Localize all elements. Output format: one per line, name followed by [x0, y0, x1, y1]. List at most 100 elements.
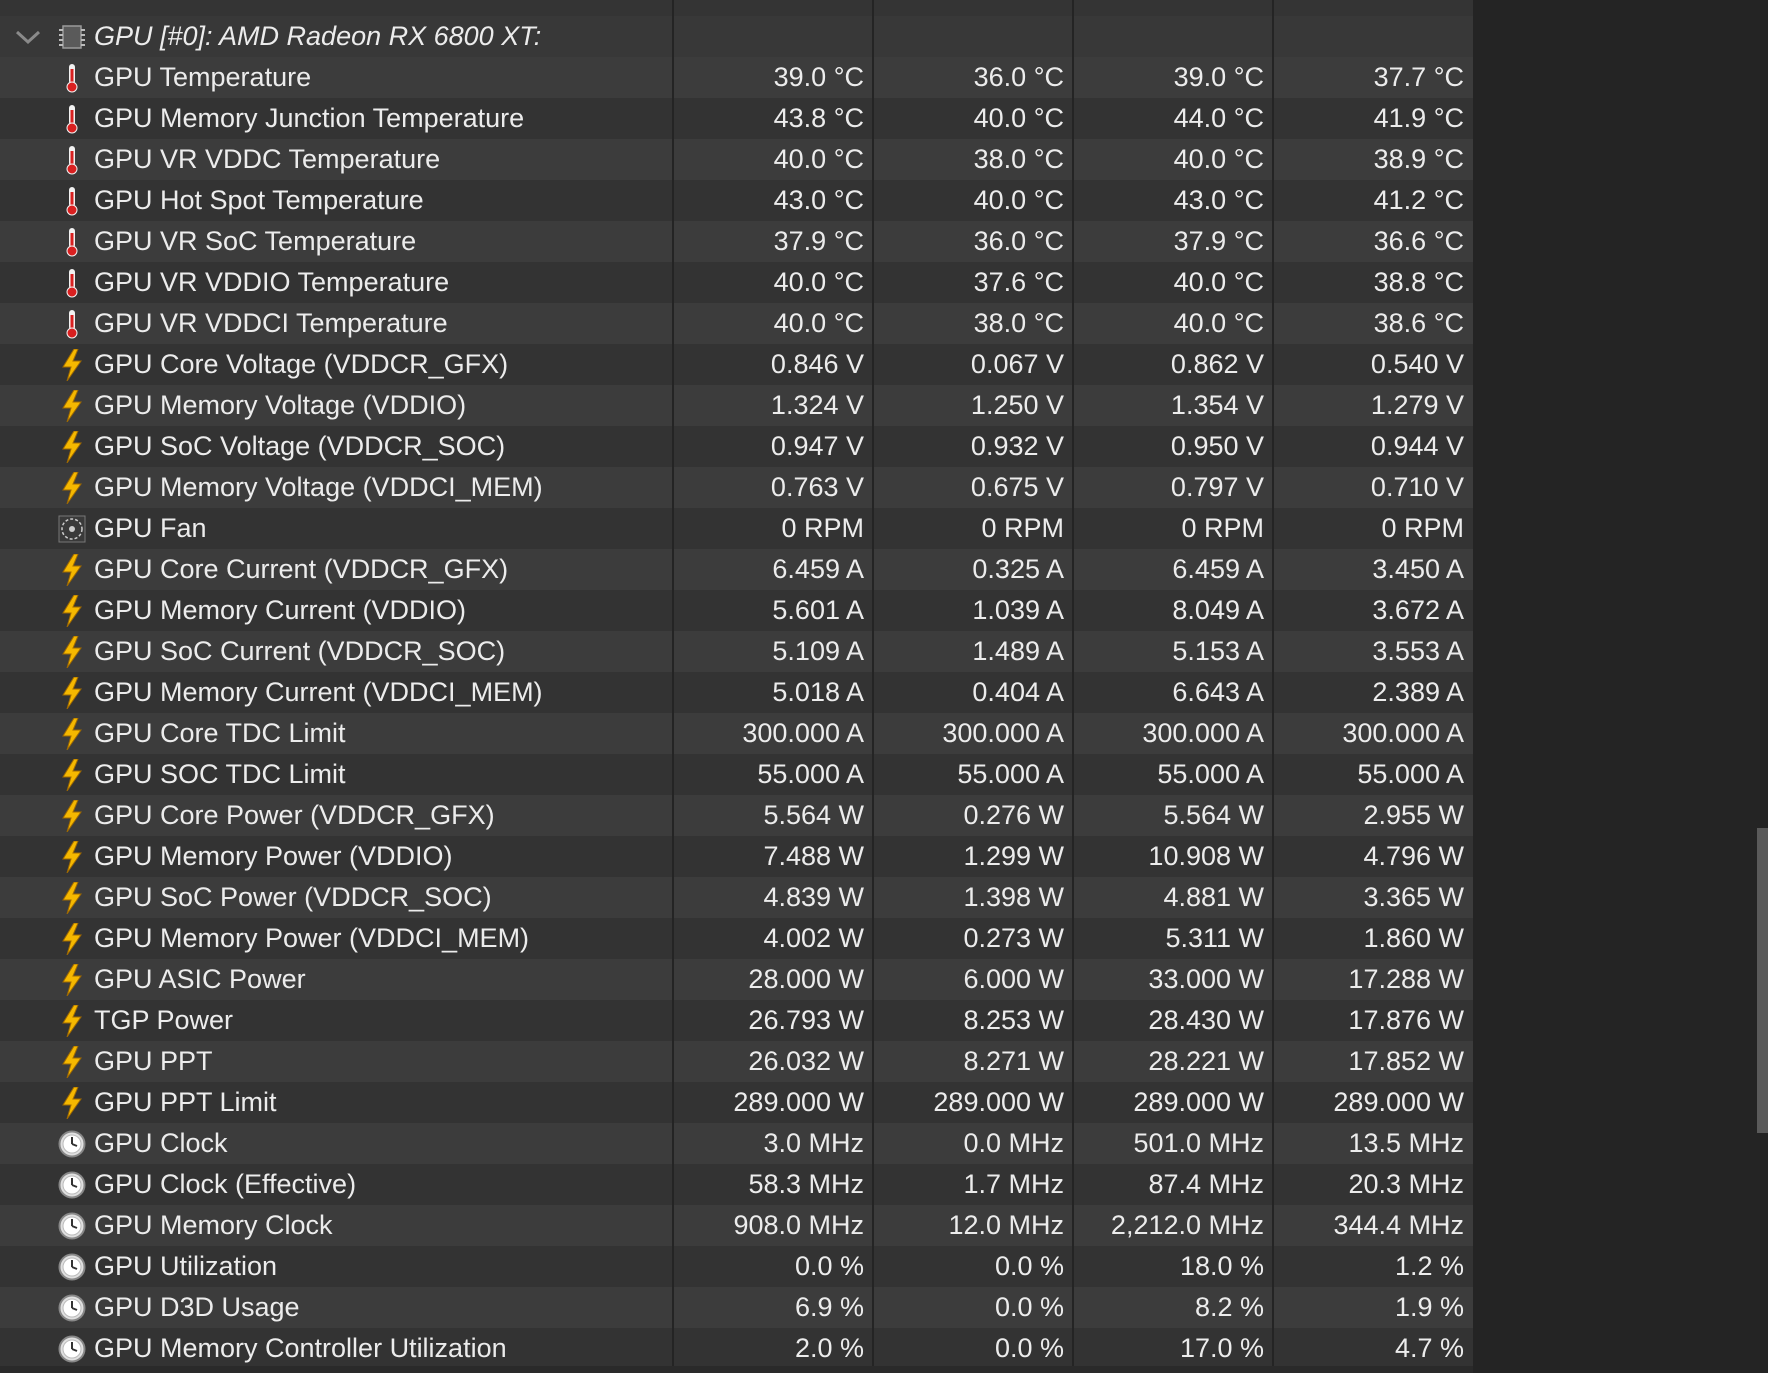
sensor-value: 0.273 W	[872, 918, 1072, 959]
lightning-icon	[56, 553, 88, 586]
sensor-row-gpu-memory-clock[interactable]: GPU Memory Clock 908.0 MHz 12.0 MHz 2,212.0…	[0, 1205, 1473, 1246]
sensor-value: 38.9 °C	[1272, 139, 1472, 180]
sensor-value: 0.0 MHz	[872, 1123, 1072, 1164]
sensor-value: 0.862 V	[1072, 344, 1272, 385]
sensor-label: GPU Clock (Effective)	[94, 1169, 357, 1199]
lightning-icon	[56, 471, 88, 504]
sensor-value: 0.067 V	[872, 344, 1072, 385]
sensor-row-gpu-memory-junction-temperature[interactable]: GPU Memory Junction Temperature 43.8 °C 40…	[0, 98, 1473, 139]
sensor-row-gpu-ppt-limit[interactable]: GPU PPT Limit 289.000 W 289.000 W 289.000 W…	[0, 1082, 1473, 1123]
sensor-row-gpu-utilization[interactable]: GPU Utilization 0.0 % 0.0 % 18.0 % 1.2 %	[0, 1246, 1473, 1287]
sensor-value: 0 RPM	[672, 508, 872, 549]
sensor-label: GPU Core Voltage (VDDCR_GFX)	[94, 349, 509, 379]
sensor-name-cell: GPU VR VDDCI Temperature	[0, 303, 672, 344]
sensor-value: 6.459 A	[1072, 549, 1272, 590]
sensor-label: GPU Core Power (VDDCR_GFX)	[94, 800, 495, 830]
sensor-value: 0.932 V	[872, 426, 1072, 467]
sensor-label: GPU Memory Clock	[94, 1210, 333, 1240]
sensor-row-gpu-soc-power-vddcr-soc[interactable]: GPU SoC Power (VDDCR_SOC) 4.839 W 1.398 W4…	[0, 877, 1473, 918]
sensor-value: 1.039 A	[872, 590, 1072, 631]
sensor-value: 41.2 °C	[1272, 180, 1472, 221]
sensor-value: 37.9 °C	[1072, 221, 1272, 262]
sensor-label: TGP Power	[94, 1005, 234, 1035]
sensor-row-gpu-core-voltage-vddcr-gfx[interactable]: GPU Core Voltage (VDDCR_GFX) 0.846 V 0.067…	[0, 344, 1473, 385]
sensor-row-tgp-power[interactable]: TGP Power 26.793 W 8.253 W 28.430 W 17.876 W	[0, 1000, 1473, 1041]
sensor-row-gpu-ppt[interactable]: GPU PPT 26.032 W 8.271 W 28.221 W 17.852 W	[0, 1041, 1473, 1082]
scrollbar-thumb[interactable]	[1757, 828, 1768, 1133]
sensor-value: 58.3 MHz	[672, 1164, 872, 1205]
sensor-row-gpu-soc-tdc-limit[interactable]: GPU SOC TDC Limit 55.000 A 55.000 A 55.000 …	[0, 754, 1473, 795]
sensor-row-gpu-fan[interactable]: GPU Fan 0 RPM 0 RPM 0 RPM 0 RPM	[0, 508, 1473, 549]
sensor-value: 300.000 A	[1072, 713, 1272, 754]
lightning-icon	[56, 758, 88, 791]
sensor-name-cell: TGP Power	[0, 1000, 672, 1041]
sensor-value: 1.250 V	[872, 385, 1072, 426]
sensor-value: 3.365 W	[1272, 877, 1472, 918]
sensor-value: 8.271 W	[872, 1041, 1072, 1082]
chevron-down-icon[interactable]	[14, 27, 42, 47]
sensor-row-gpu-temperature[interactable]: GPU Temperature 39.0 °C 36.0 °C 39.0 °C 37.7…	[0, 57, 1473, 98]
sensor-value: 43.8 °C	[672, 98, 872, 139]
sensor-label: GPU SoC Voltage (VDDCR_SOC)	[94, 431, 506, 461]
sensor-value: 0.710 V	[1272, 467, 1472, 508]
sensor-row-gpu-soc-voltage-vddcr-soc[interactable]: GPU SoC Voltage (VDDCR_SOC) 0.947 V 0.932 …	[0, 426, 1473, 467]
sensor-value: 0.675 V	[872, 467, 1072, 508]
value-cell	[1272, 16, 1472, 57]
sensor-label: GPU Memory Controller Utilization	[94, 1333, 507, 1363]
sensor-row-gpu-memory-voltage-vddio[interactable]: GPU Memory Voltage (VDDIO) 1.324 V 1.250 V…	[0, 385, 1473, 426]
sensor-label: GPU Memory Current (VDDCI_MEM)	[94, 677, 543, 707]
lightning-icon	[56, 963, 88, 996]
sensor-row-gpu-vr-vddio-temperature[interactable]: GPU VR VDDIO Temperature 40.0 °C 37.6 °C 40…	[0, 262, 1473, 303]
sensor-value: 40.0 °C	[672, 303, 872, 344]
thermometer-icon	[56, 144, 88, 176]
thermometer-icon	[56, 267, 88, 299]
sensor-value: 6.9 %	[672, 1287, 872, 1328]
sensor-row-gpu-vr-vddc-temperature[interactable]: GPU VR VDDC Temperature 40.0 °C 38.0 °C 40.…	[0, 139, 1473, 180]
sensor-value: 0.797 V	[1072, 467, 1272, 508]
clock-icon	[56, 1169, 88, 1201]
sensor-row-gpu-memory-power-vddio[interactable]: GPU Memory Power (VDDIO) 7.488 W 1.299 W 10…	[0, 836, 1473, 877]
sensor-row-gpu-hot-spot-temperature[interactable]: GPU Hot Spot Temperature 43.0 °C 40.0 °C 43…	[0, 180, 1473, 221]
sensor-value: 289.000 W	[1272, 1082, 1472, 1123]
sensor-value: 1.354 V	[1072, 385, 1272, 426]
sensor-name-cell: GPU Memory Power (VDDCI_MEM)	[0, 918, 672, 959]
thermometer-icon	[56, 62, 88, 94]
sensor-name-cell: GPU PPT	[0, 1041, 672, 1082]
sensor-value: 0.944 V	[1272, 426, 1472, 467]
sensor-row-gpu-vr-soc-temperature[interactable]: GPU VR SoC Temperature 37.9 °C 36.0 °C 37.9…	[0, 221, 1473, 262]
sensor-row-gpu-d3d-usage[interactable]: GPU D3D Usage 6.9 % 0.0 % 8.2 % 1.9 %	[0, 1287, 1473, 1328]
sensor-row-gpu-memory-controller-utilization[interactable]: GPU Memory Controller Utilization 2.0 % 0.…	[0, 1328, 1473, 1369]
sensor-row-gpu-core-current-vddcr-gfx[interactable]: GPU Core Current (VDDCR_GFX) 6.459 A 0.325…	[0, 549, 1473, 590]
sensor-value: 5.153 A	[1072, 631, 1272, 672]
sensor-row-gpu-memory-current-vddci-mem[interactable]: GPU Memory Current (VDDCI_MEM) 5.018 A 0.4…	[0, 672, 1473, 713]
sensor-row-gpu-core-power-vddcr-gfx[interactable]: GPU Core Power (VDDCR_GFX) 5.564 W 0.276 W…	[0, 795, 1473, 836]
sensor-value: 1.9 %	[1272, 1287, 1472, 1328]
sensor-row-gpu-soc-current-vddcr-soc[interactable]: GPU SoC Current (VDDCR_SOC) 5.109 A 1.489 …	[0, 631, 1473, 672]
sensor-value: 33.000 W	[1072, 959, 1272, 1000]
sensor-value: 5.564 W	[672, 795, 872, 836]
sensor-row-gpu-core-tdc-limit[interactable]: GPU Core TDC Limit 300.000 A 300.000 A 300.…	[0, 713, 1473, 754]
sensor-row-gpu-memory-current-vddio[interactable]: GPU Memory Current (VDDIO) 5.601 A 1.039 A…	[0, 590, 1473, 631]
sensor-row-gpu-clock[interactable]: GPU Clock 3.0 MHz 0.0 MHz 501.0 MHz 13.5 MHz	[0, 1123, 1473, 1164]
sensor-row-gpu-asic-power[interactable]: GPU ASIC Power 28.000 W 6.000 W 33.000 W 17.…	[0, 959, 1473, 1000]
sensor-value: 0.0 %	[872, 1328, 1072, 1369]
sensor-label: GPU SoC Power (VDDCR_SOC)	[94, 882, 492, 912]
empty-area	[1473, 0, 1768, 1373]
sensor-name-cell: GPU SoC Current (VDDCR_SOC)	[0, 631, 672, 672]
sensor-value: 43.0 °C	[672, 180, 872, 221]
sensor-value: 28.000 W	[672, 959, 872, 1000]
sensor-value: 1.324 V	[672, 385, 872, 426]
sensor-row-gpu-memory-power-vddci-mem[interactable]: GPU Memory Power (VDDCI_MEM) 4.002 W 0.273…	[0, 918, 1473, 959]
sensor-value: 37.9 °C	[672, 221, 872, 262]
sensor-group-header[interactable]: GPU [#0]: AMD Radeon RX 6800 XT:	[0, 16, 1473, 57]
sensor-value: 6.643 A	[1072, 672, 1272, 713]
sensor-label: GPU VR VDDCI Temperature	[94, 308, 448, 338]
sensor-row-gpu-memory-voltage-vddci-mem[interactable]: GPU Memory Voltage (VDDCI_MEM) 0.763 V 0.6…	[0, 467, 1473, 508]
sensor-row-gpu-clock-effective[interactable]: GPU Clock (Effective) 58.3 MHz 1.7 MHz 87.4…	[0, 1164, 1473, 1205]
sensor-name-cell: GPU VR VDDC Temperature	[0, 139, 672, 180]
sensor-value: 17.0 %	[1072, 1328, 1272, 1369]
sensor-row-gpu-vr-vddci-temperature[interactable]: GPU VR VDDCI Temperature 40.0 °C 38.0 °C 40…	[0, 303, 1473, 344]
sensor-name-cell: GPU SOC TDC Limit	[0, 754, 672, 795]
sensor-name-cell: GPU Memory Voltage (VDDCI_MEM)	[0, 467, 672, 508]
sensor-name-cell: GPU Memory Current (VDDCI_MEM)	[0, 672, 672, 713]
